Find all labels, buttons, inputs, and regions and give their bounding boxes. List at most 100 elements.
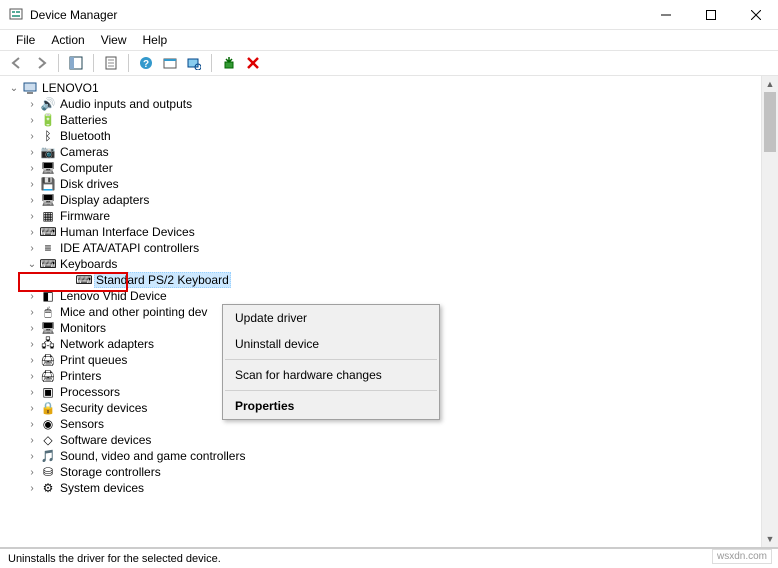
printqueue-icon: 🖨 — [40, 352, 56, 368]
hid-icon: ⌨ — [40, 224, 56, 240]
show-hide-console-tree-button[interactable] — [65, 52, 87, 74]
menu-file[interactable]: File — [8, 31, 43, 49]
properties-button[interactable] — [100, 52, 122, 74]
scan-hardware-button[interactable] — [183, 52, 205, 74]
twisty-icon[interactable]: › — [26, 243, 38, 254]
twisty-icon[interactable]: › — [26, 131, 38, 142]
toolbar-separator — [211, 54, 212, 72]
tree-item-label: Mice and other pointing dev — [58, 305, 209, 319]
tree-item-storage[interactable]: ›⛁Storage controllers — [4, 464, 778, 480]
toolbar-separator — [128, 54, 129, 72]
twisty-icon[interactable]: › — [26, 435, 38, 446]
twisty-icon[interactable]: › — [26, 483, 38, 494]
tree-item-audio[interactable]: ›🔊Audio inputs and outputs — [4, 96, 778, 112]
twisty-icon[interactable]: › — [26, 163, 38, 174]
menu-view[interactable]: View — [93, 31, 135, 49]
tree-item-bluetooth[interactable]: ›ᛒBluetooth — [4, 128, 778, 144]
window-title: Device Manager — [30, 8, 643, 22]
menu-action[interactable]: Action — [43, 31, 92, 49]
close-button[interactable] — [733, 0, 778, 30]
twisty-icon[interactable]: › — [26, 211, 38, 222]
tree-item-camera[interactable]: ›📷Cameras — [4, 144, 778, 160]
twisty-icon[interactable]: › — [26, 387, 38, 398]
twisty-icon[interactable]: ⌄ — [26, 259, 38, 270]
security-icon: 🔒 — [40, 400, 56, 416]
ctx-separator — [225, 390, 437, 391]
help-button[interactable]: ? — [135, 52, 157, 74]
tree-item-label: Standard PS/2 Keyboard — [94, 272, 231, 288]
twisty-icon[interactable]: › — [26, 195, 38, 206]
twisty-icon[interactable]: › — [26, 371, 38, 382]
scroll-thumb[interactable] — [764, 92, 776, 152]
minimize-button[interactable] — [643, 0, 688, 30]
update-driver-button[interactable] — [218, 52, 240, 74]
twisty-icon[interactable]: › — [26, 467, 38, 478]
twisty-icon[interactable]: › — [26, 227, 38, 238]
tree-root[interactable]: ⌄LENOVO1 — [4, 80, 778, 96]
tree-item-keyboard[interactable]: ⌄⌨Keyboards — [4, 256, 778, 272]
twisty-icon[interactable]: › — [26, 451, 38, 462]
statusbar-text: Uninstalls the driver for the selected d… — [8, 553, 221, 565]
twisty-icon[interactable]: › — [26, 323, 38, 334]
tree-item-label: Audio inputs and outputs — [58, 97, 194, 111]
twisty-icon[interactable]: › — [26, 403, 38, 414]
mouse-icon: 🖱 — [40, 304, 56, 320]
tree-item-system[interactable]: ›⚙System devices — [4, 480, 778, 496]
tree-item-label: Keyboards — [58, 257, 119, 271]
twisty-icon[interactable]: › — [26, 179, 38, 190]
sound-icon: 🎵 — [40, 448, 56, 464]
display-icon: 🖥 — [40, 192, 56, 208]
statusbar: Uninstalls the driver for the selected d… — [0, 548, 778, 568]
tree-item-firmware[interactable]: ›▦Firmware — [4, 208, 778, 224]
twisty-icon[interactable]: › — [26, 291, 38, 302]
menu-help[interactable]: Help — [135, 31, 176, 49]
tree-item-disk[interactable]: ›💾Disk drives — [4, 176, 778, 192]
tree-item-sound[interactable]: ›🎵Sound, video and game controllers — [4, 448, 778, 464]
toolbar: ? — [0, 50, 778, 76]
ctx-uninstall-device[interactable]: Uninstall device — [223, 331, 439, 357]
battery-icon: 🔋 — [40, 112, 56, 128]
twisty-icon[interactable]: › — [26, 339, 38, 350]
tree-item-label: Sound, video and game controllers — [58, 449, 247, 463]
tree-item-label: Lenovo Vhid Device — [58, 289, 169, 303]
twisty-icon[interactable]: › — [26, 307, 38, 318]
computer-icon: 🖥 — [40, 160, 56, 176]
scrollbar[interactable]: ▲ ▼ — [761, 76, 778, 547]
tree-item-label: Processors — [58, 385, 122, 399]
scroll-up-arrow[interactable]: ▲ — [762, 76, 778, 92]
action-button[interactable] — [159, 52, 181, 74]
storage-icon: ⛁ — [40, 464, 56, 480]
network-icon: 🖧 — [40, 336, 56, 352]
twisty-icon[interactable]: › — [26, 99, 38, 110]
twisty-icon[interactable]: › — [26, 419, 38, 430]
ctx-scan-hardware[interactable]: Scan for hardware changes — [223, 362, 439, 388]
tree-item-label: Cameras — [58, 145, 111, 159]
ctx-update-driver[interactable]: Update driver — [223, 305, 439, 331]
tree-item-generic[interactable]: ›◧Lenovo Vhid Device — [4, 288, 778, 304]
tree-item-hid[interactable]: ›⌨Human Interface Devices — [4, 224, 778, 240]
tree-item-label: Sensors — [58, 417, 106, 431]
tree-item-label: System devices — [58, 481, 146, 495]
context-menu: Update driver Uninstall device Scan for … — [222, 304, 440, 420]
forward-button[interactable] — [30, 52, 52, 74]
twisty-icon[interactable]: ⌄ — [8, 83, 20, 94]
twisty-icon[interactable]: › — [26, 355, 38, 366]
tree-item-standard-ps-2-keyboard[interactable]: ⌨Standard PS/2 Keyboard — [4, 272, 778, 288]
tree-item-computer[interactable]: ›🖥Computer — [4, 160, 778, 176]
back-button[interactable] — [6, 52, 28, 74]
uninstall-button[interactable] — [242, 52, 264, 74]
cpu-icon: ▣ — [40, 384, 56, 400]
tree-item-battery[interactable]: ›🔋Batteries — [4, 112, 778, 128]
tree-item-software[interactable]: ›◇Software devices — [4, 432, 778, 448]
tree-item-ide[interactable]: ›≡IDE ATA/ATAPI controllers — [4, 240, 778, 256]
camera-icon: 📷 — [40, 144, 56, 160]
twisty-icon[interactable]: › — [26, 115, 38, 126]
tree-item-label: Software devices — [58, 433, 153, 447]
svg-text:?: ? — [143, 59, 149, 70]
tree-item-display[interactable]: ›🖥Display adapters — [4, 192, 778, 208]
ctx-properties[interactable]: Properties — [223, 393, 439, 419]
scroll-down-arrow[interactable]: ▼ — [762, 531, 778, 547]
twisty-icon[interactable]: › — [26, 147, 38, 158]
maximize-button[interactable] — [688, 0, 733, 30]
tree-item-label: Bluetooth — [58, 129, 113, 143]
